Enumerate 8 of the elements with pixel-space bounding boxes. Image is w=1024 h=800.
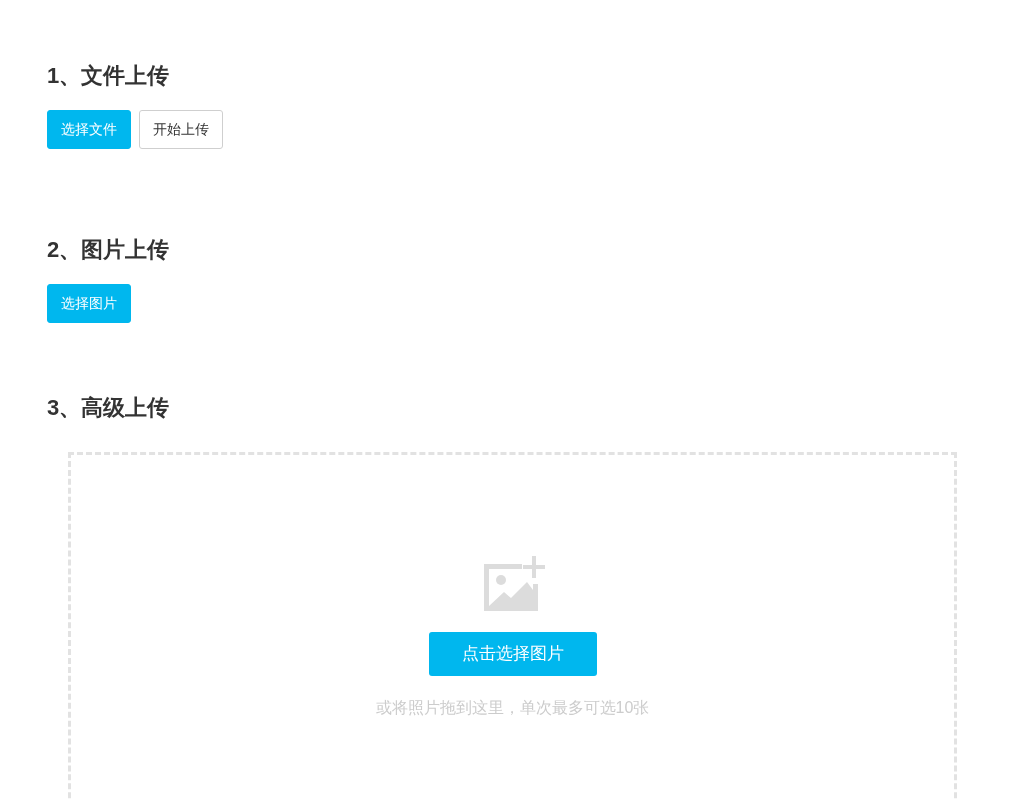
add-image-icon: [481, 556, 546, 612]
section-heading: 2、图片上传: [47, 236, 170, 264]
section-heading: 3、高级上传: [47, 394, 170, 422]
primary-button[interactable]: 选择文件: [47, 110, 131, 149]
secondary-button[interactable]: 开始上传: [139, 110, 223, 149]
section-heading: 1、文件上传: [47, 62, 170, 90]
select-images-button[interactable]: 点击选择图片: [428, 632, 597, 676]
primary-button[interactable]: 选择图片: [47, 284, 131, 323]
